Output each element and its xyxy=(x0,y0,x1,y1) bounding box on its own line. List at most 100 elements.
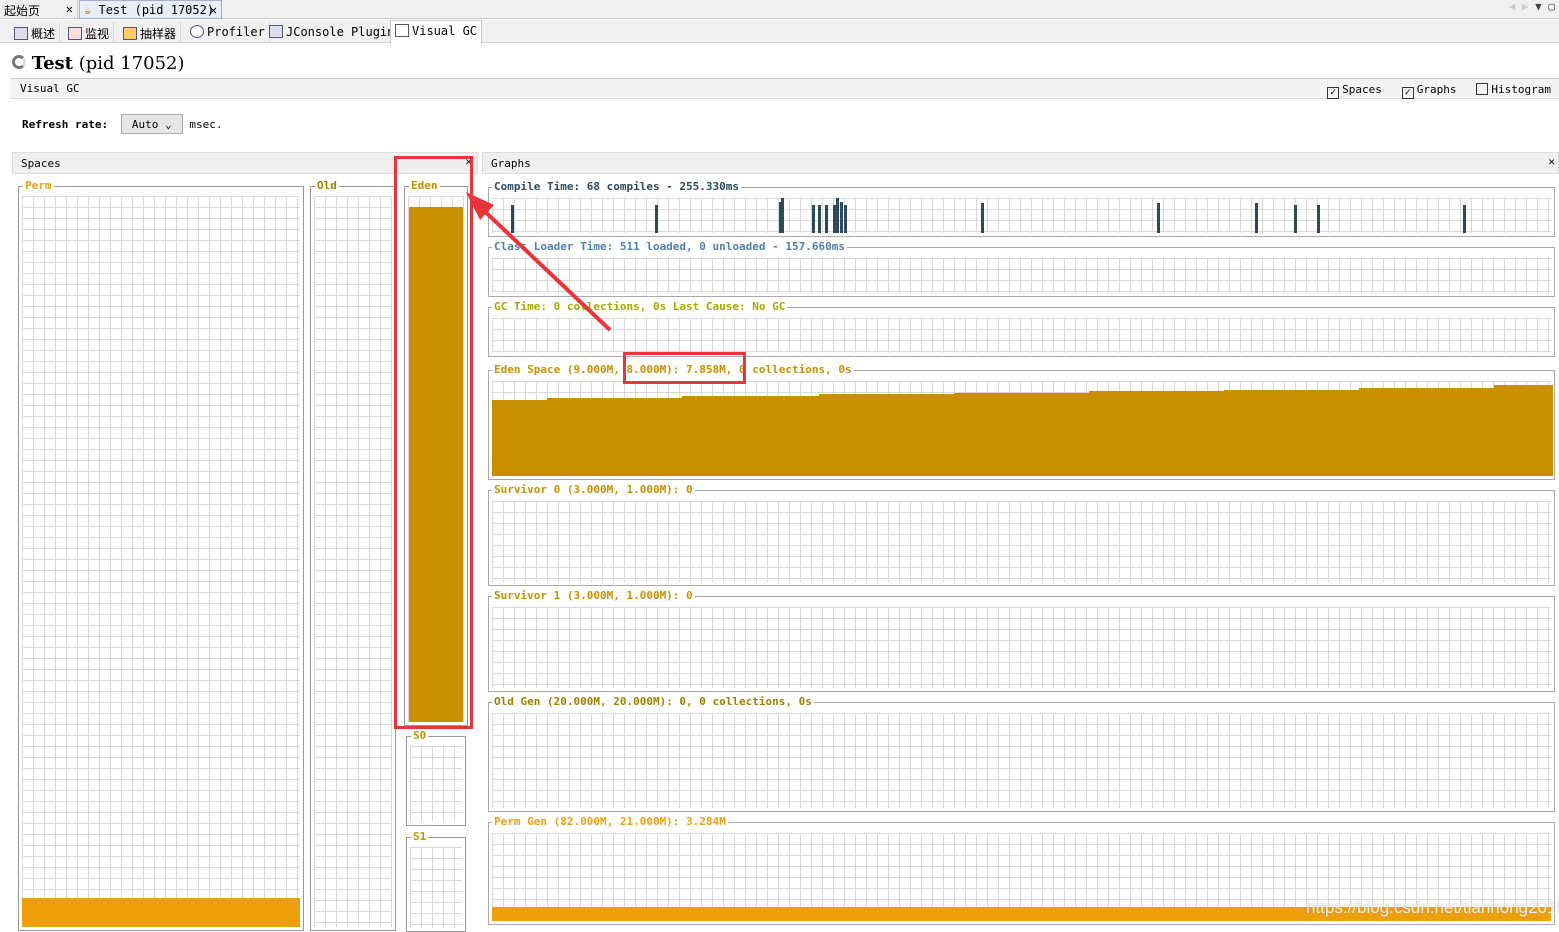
sampler-icon xyxy=(123,27,137,40)
graph-grid xyxy=(492,713,1551,808)
eden-usage-step xyxy=(1359,387,1494,476)
compile-spike xyxy=(1255,203,1258,233)
tab-label: 监视 xyxy=(85,27,110,41)
checkbox-unchecked-icon xyxy=(1476,83,1489,95)
graph-label: Compile Time: 68 compiles - 255.330ms xyxy=(492,180,742,193)
section-title: Visual GC xyxy=(20,82,80,95)
space-label: Old xyxy=(315,179,339,192)
tab-label: 概述 xyxy=(31,27,56,41)
classloader-time-graph: Class Loader Time: 511 loaded, 0 unloade… xyxy=(488,240,1555,297)
checkbox-label: Histogram xyxy=(1491,83,1551,96)
close-icon[interactable]: ✕ xyxy=(1548,155,1555,168)
close-icon[interactable]: ✕ xyxy=(66,2,73,16)
tab-monitor[interactable]: 监视 xyxy=(64,22,115,43)
old-space: Old xyxy=(310,179,396,931)
survivor1-graph: Survivor 1 (3.000M, 1.000M): 0 xyxy=(488,589,1555,692)
graph-label: Survivor 1 (3.000M, 1.000M): 0 xyxy=(492,589,695,602)
perm-space: Perm xyxy=(18,179,304,931)
tab-label: 抽样器 xyxy=(140,27,177,41)
panel-title: Graphs xyxy=(491,157,531,170)
tab-scroll-controls[interactable]: ◀ ▶ ▼ ▢ xyxy=(1509,0,1555,13)
graph-label: Class Loader Time: 511 loaded, 0 unloade… xyxy=(492,240,847,253)
graph-grid xyxy=(492,258,1551,293)
tab-sampler[interactable]: 抽样器 xyxy=(119,22,182,43)
loading-icon xyxy=(12,55,26,69)
eden-usage-step xyxy=(1494,384,1553,476)
compile-time-graph: Compile Time: 68 compiles - 255.330ms xyxy=(488,180,1555,237)
overview-icon xyxy=(14,27,28,40)
old-gen-graph: Old Gen (20.000M, 20.000M): 0, 0 collect… xyxy=(488,695,1555,812)
checkbox-checked-icon: ✓ xyxy=(1327,87,1340,99)
compile-spike xyxy=(1463,205,1466,233)
space-label: Perm xyxy=(23,179,54,192)
refresh-rate-select[interactable]: Auto ⌄ xyxy=(120,114,183,134)
tab-profiler[interactable]: Profiler xyxy=(186,22,270,43)
view-options: ✓ Spaces ✓ Graphs Histogram xyxy=(1327,83,1551,99)
space-label: S0 xyxy=(411,729,429,742)
perm-grid xyxy=(22,196,300,927)
eden-usage-step xyxy=(1224,389,1359,476)
histogram-checkbox[interactable]: Histogram xyxy=(1476,83,1551,96)
close-icon[interactable]: ✕ xyxy=(210,3,217,17)
graph-label: Perm Gen (82.000M, 21.000M): 3.284M xyxy=(492,815,728,828)
graphs-checkbox[interactable]: ✓ Graphs xyxy=(1401,83,1457,99)
eden-highlight-box xyxy=(394,156,473,729)
app-name: Test xyxy=(31,53,73,74)
old-grid xyxy=(314,196,392,927)
s0-space: S0 xyxy=(406,729,466,826)
select-value: Auto xyxy=(131,118,159,131)
s0-grid xyxy=(410,746,462,822)
document-tab-bar: 起始页 ✕ ☕ Test (pid 17052) ✕ ◀ ▶ ▼ ▢ xyxy=(0,0,1559,19)
space-label: S1 xyxy=(411,830,429,843)
compile-spike xyxy=(818,205,821,233)
tab-start-page[interactable]: 起始页 ✕ xyxy=(0,0,78,19)
eden-value-highlight-box xyxy=(623,352,746,384)
tab-test-process[interactable]: ☕ Test (pid 17052) ✕ xyxy=(79,0,222,19)
checkbox-label: Spaces xyxy=(1342,83,1382,96)
tab-overview[interactable]: 概述 xyxy=(10,22,61,43)
watermark: https://blog.csdn.net/tianhong2015 xyxy=(1306,898,1559,917)
compile-spike xyxy=(1157,203,1160,233)
eden-usage-step xyxy=(547,398,682,476)
refresh-rate-label: Refresh rate: xyxy=(22,118,109,131)
graph-label: Survivor 0 (3.000M, 1.000M): 0 xyxy=(492,483,695,496)
eden-usage-step xyxy=(1089,391,1224,476)
chevron-down-icon: ⌄ xyxy=(164,118,172,131)
graph-label: Old Gen (20.000M, 20.000M): 0, 0 collect… xyxy=(492,695,814,708)
compile-spike xyxy=(1294,205,1297,233)
tab-jconsole-plugins[interactable]: JConsole Plugins xyxy=(265,22,407,43)
tab-label: Visual GC xyxy=(412,24,478,38)
eden-usage-step xyxy=(954,393,1089,476)
tab-label: JConsole Plugins xyxy=(286,25,402,39)
view-tab-bar: 概述 监视 抽样器 Profiler JConsole Plugins Visu… xyxy=(0,20,1559,44)
pid-label: (pid 17052) xyxy=(78,53,185,74)
panel-title: Spaces xyxy=(21,157,61,170)
graph-grid xyxy=(492,501,1551,582)
compile-spike xyxy=(825,205,828,233)
perm-usage-fill xyxy=(22,897,300,927)
compile-spike xyxy=(1317,205,1320,233)
visualgc-icon xyxy=(395,24,409,37)
gc-time-graph: GC Time: 0 collections, 0s Last Cause: N… xyxy=(488,300,1555,357)
checkbox-checked-icon: ✓ xyxy=(1401,87,1414,99)
compile-spike xyxy=(655,205,658,233)
tab-visual-gc[interactable]: Visual GC xyxy=(390,20,483,44)
monitor-icon xyxy=(68,27,82,40)
checkbox-label: Graphs xyxy=(1416,83,1457,96)
compile-spike xyxy=(981,203,984,233)
s1-space: S1 xyxy=(406,830,466,932)
compile-spike xyxy=(812,205,815,233)
survivor0-graph: Survivor 0 (3.000M, 1.000M): 0 xyxy=(488,483,1555,586)
tab-label: Test (pid 17052) xyxy=(98,3,215,17)
compile-spike xyxy=(844,205,847,233)
tab-label: Profiler xyxy=(207,25,265,39)
eden-usage-step xyxy=(492,400,547,476)
eden-usage-step xyxy=(682,396,819,476)
spaces-checkbox[interactable]: ✓ Spaces xyxy=(1327,83,1382,99)
tab-label: 起始页 xyxy=(4,4,41,18)
graphs-panel-header: Graphs ✕ xyxy=(482,152,1559,174)
refresh-rate-row: Refresh rate: Auto ⌄ msec. xyxy=(22,114,222,134)
compile-spike xyxy=(836,198,839,233)
compile-spike xyxy=(840,201,843,233)
refresh-unit: msec. xyxy=(189,118,223,131)
